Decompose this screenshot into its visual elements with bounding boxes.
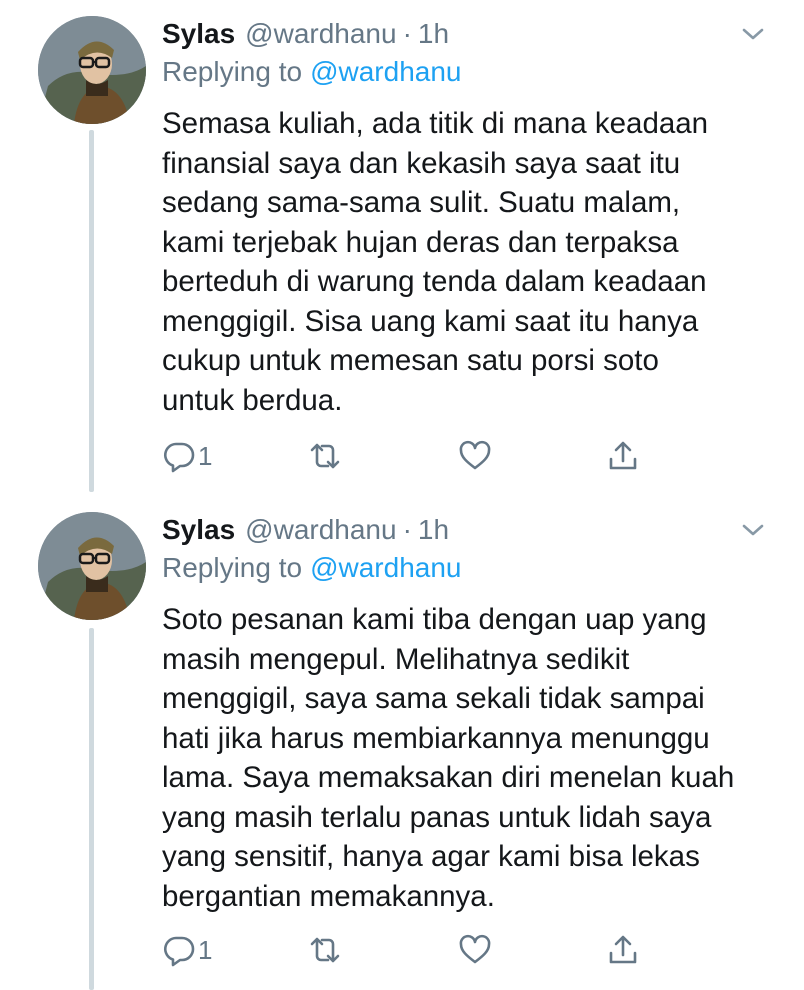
- tweet-text-line: yang sensitif, hanya agar kami bisa leka…: [162, 840, 700, 873]
- tweet-text-line: menggigil, saya sama sekali tidak sampai: [162, 682, 705, 715]
- like-button[interactable]: [458, 930, 492, 970]
- separator-dot: ·: [402, 18, 412, 49]
- author-handle[interactable]: @wardhanu: [245, 514, 396, 546]
- replying-to: Replying to @wardhanu: [162, 552, 462, 584]
- chevron-down-icon[interactable]: [738, 22, 768, 46]
- tweet-text-line: cukup untuk memesan satu porsi soto: [162, 344, 659, 377]
- tweet-text-line: sedang sama-sama sulit. Suatu malam,: [162, 186, 681, 219]
- author-name[interactable]: Sylas: [162, 18, 235, 50]
- retweet-button[interactable]: [308, 930, 342, 970]
- tweet-text-line: hati jika harus membiarkannya menunggu: [162, 721, 710, 755]
- tweet-actions: 1: [162, 930, 652, 970]
- replying-to-label: Replying to: [162, 552, 303, 583]
- author-name[interactable]: Sylas: [162, 514, 235, 546]
- tweet-text: Semasa kuliah, ada titik di mana keadaan…: [162, 104, 782, 420]
- tweet-text: Soto pesanan kami tiba dengan uap yang m…: [162, 600, 782, 916]
- tweet-text-line: berteduh di warung tenda dalam keadaan: [162, 265, 707, 298]
- tweet-header: Sylas @wardhanu · 1h: [162, 510, 449, 550]
- tweet-text-line: Soto pesanan kami tiba dengan uap yang: [162, 603, 707, 636]
- tweet-text-line: finansial saya dan kekasih saya saat itu: [162, 146, 681, 180]
- tweet-header: Sylas @wardhanu · 1h: [162, 14, 449, 54]
- replying-to: Replying to @wardhanu: [162, 56, 462, 88]
- share-icon: [609, 935, 637, 964]
- tweet-actions: 1: [162, 436, 652, 476]
- separator-dot: ·: [402, 514, 412, 545]
- reply-count: 1: [198, 934, 213, 965]
- share-button[interactable]: [606, 930, 640, 970]
- chevron-down-icon[interactable]: [738, 518, 768, 542]
- share-button[interactable]: [606, 436, 640, 476]
- tweet[interactable]: Sylas @wardhanu · 1h Replying to @wardhan…: [0, 0, 804, 496]
- tweet-text-line: yang masih terlalu panas untuk lidah say…: [162, 800, 712, 834]
- tweet-text-line: masih mengepul. Melihatnya sedikit: [162, 642, 630, 676]
- tweet-text-line: untuk berdua.: [162, 383, 343, 417]
- replying-to-mention[interactable]: @wardhanu: [310, 56, 461, 87]
- tweet-text-line: Semasa kuliah, ada titik di mana keadaan: [162, 107, 709, 140]
- replying-to-label: Replying to: [162, 56, 303, 87]
- tweet-text-line: lama. Saya memaksakan diri menelan kuah: [162, 761, 735, 794]
- timestamp[interactable]: 1h: [418, 18, 449, 50]
- reply-icon: [164, 936, 195, 967]
- like-icon: [459, 934, 491, 964]
- retweet-icon: [310, 937, 340, 963]
- avatar[interactable]: [38, 16, 146, 124]
- tweet-text-line: menggigil. Sisa uang kami saat itu hanya: [162, 304, 699, 338]
- like-button[interactable]: [458, 436, 492, 476]
- tweet-text-line: bergantian memakannya.: [162, 879, 495, 913]
- reply-button[interactable]: 1: [162, 930, 212, 970]
- retweet-icon: [310, 443, 340, 469]
- timestamp[interactable]: 1h: [418, 514, 449, 546]
- author-handle[interactable]: @wardhanu: [245, 18, 396, 50]
- replying-to-mention[interactable]: @wardhanu: [310, 552, 461, 583]
- reply-count: 1: [198, 440, 213, 471]
- share-icon: [609, 441, 637, 470]
- tweet-text-line: kami terjebak hujan deras dan terpaksa: [162, 225, 679, 259]
- retweet-button[interactable]: [308, 436, 342, 476]
- reply-icon: [164, 442, 195, 473]
- tweet[interactable]: Sylas @wardhanu · 1h Replying to @wardhan…: [0, 496, 804, 990]
- avatar[interactable]: [38, 512, 146, 620]
- like-icon: [459, 440, 491, 470]
- reply-button[interactable]: 1: [162, 436, 212, 476]
